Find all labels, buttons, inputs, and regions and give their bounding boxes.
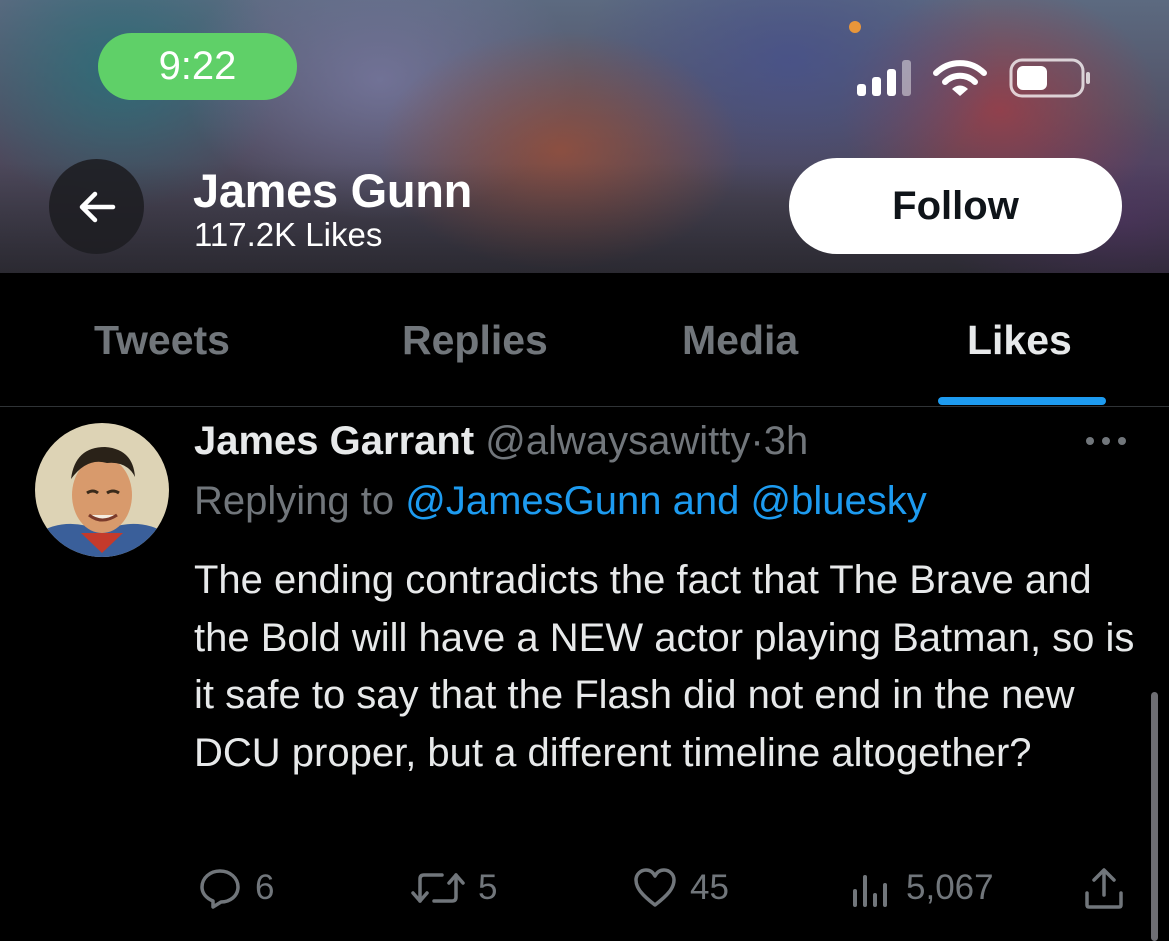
- retweet-button[interactable]: 5: [410, 860, 497, 916]
- like-count: 45: [690, 868, 729, 907]
- tab-replies[interactable]: Replies: [402, 317, 548, 364]
- reply-icon: [200, 869, 240, 909]
- views-count: 5,067: [906, 868, 994, 907]
- avatar-image: [35, 423, 169, 557]
- tweet-actions: 6 5 45 5,067: [0, 860, 1169, 920]
- like-icon: [634, 868, 676, 907]
- author-name[interactable]: James Garrant: [194, 419, 474, 463]
- profile-name: James Gunn: [193, 164, 473, 217]
- views-button[interactable]: 5,067: [850, 860, 994, 916]
- share-icon: [1085, 868, 1123, 909]
- tab-likes[interactable]: Likes: [967, 317, 1072, 364]
- reply-count: 6: [255, 868, 275, 907]
- tab-media[interactable]: Media: [682, 317, 798, 364]
- retweet-icon: [411, 873, 465, 903]
- wifi-icon: [933, 60, 987, 96]
- profile-tabs: Tweets Replies Media Likes: [0, 273, 1169, 407]
- follow-button[interactable]: Follow: [789, 158, 1122, 254]
- scrollbar[interactable]: [1151, 692, 1158, 941]
- views-icon: [853, 875, 887, 907]
- dot-separator: ·: [750, 419, 764, 463]
- tweet-text: The ending contradicts the fact that The…: [194, 558, 1135, 775]
- mention-jamesgunn[interactable]: @JamesGunn: [405, 479, 661, 523]
- profile-likes-count: 117.2K Likes: [194, 216, 383, 253]
- mention-bluesky[interactable]: @bluesky: [751, 479, 927, 523]
- status-time: 9:22: [98, 33, 297, 100]
- share-button[interactable]: [1082, 860, 1126, 916]
- tweet-timestamp[interactable]: 3h: [764, 419, 809, 463]
- avatar[interactable]: [35, 423, 169, 557]
- like-button[interactable]: 45: [632, 860, 729, 916]
- author-handle[interactable]: @alwaysawitty: [485, 419, 750, 463]
- back-arrow-icon: [79, 191, 115, 222]
- active-tab-indicator: [938, 397, 1106, 405]
- battery-icon: [1009, 58, 1090, 98]
- replying-and: and: [672, 479, 740, 523]
- more-icon[interactable]: [1083, 428, 1129, 454]
- reply-button[interactable]: 6: [197, 860, 274, 916]
- replying-prefix: Replying to: [194, 479, 395, 523]
- tweet-header: James Garrant @alwaysawitty·3h: [194, 419, 808, 464]
- privacy-indicator: [849, 21, 861, 33]
- signal-icon: [857, 60, 911, 96]
- back-button[interactable]: [49, 159, 144, 254]
- replying-to: Replying to @JamesGunn and @bluesky: [194, 479, 927, 524]
- retweet-count: 5: [478, 868, 498, 907]
- tab-tweets[interactable]: Tweets: [94, 317, 230, 364]
- profile-header: 9:22 James Gunn 117.2K Likes Follow: [0, 0, 1169, 273]
